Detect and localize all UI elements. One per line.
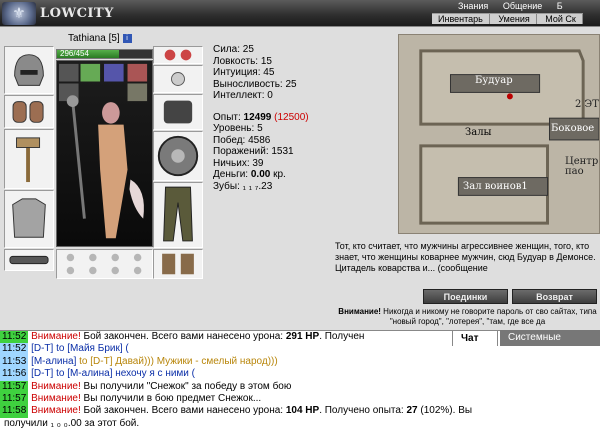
- shield-slot[interactable]: [153, 131, 203, 181]
- top-nav: Знания Общение Б: [452, 1, 569, 12]
- stat-draws: Ничьих: 39: [213, 157, 264, 169]
- chat-line: 11:57 Внимание! Вы получили "Снежок" за …: [0, 380, 292, 393]
- game-logo[interactable]: ⚜: [2, 2, 36, 25]
- weapon-slot[interactable]: [4, 129, 54, 189]
- map-floor-label: 2 ЭТ: [575, 99, 599, 110]
- belt-slot[interactable]: [4, 249, 54, 271]
- chat-line: 11:58 Внимание! Бой закончен. Всего вами…: [0, 405, 473, 418]
- duels-button[interactable]: Поединки: [423, 289, 508, 304]
- sub-nav: Инвентарь Умения Мой Ск: [432, 13, 583, 24]
- nav-communication[interactable]: Общение: [497, 1, 548, 11]
- chat-line: получили ₁ ₀ ₀.00 за этот бой.: [4, 417, 140, 429]
- map-room-halls[interactable]: Залы: [465, 127, 492, 138]
- nav-my-profile[interactable]: Мой Ск: [539, 14, 583, 24]
- stat-losses: Поражений: 1531: [213, 146, 294, 157]
- character-name[interactable]: Tathiana: [68, 33, 106, 44]
- shield-icon: [157, 135, 199, 177]
- stats-panel: Сила: 25 Ловкость: 15 Интуиция: 45 Вынос…: [213, 44, 309, 192]
- character-figure-icon: [58, 63, 148, 239]
- amulet-slot[interactable]: [153, 65, 203, 93]
- stat-money: Деньги: 0.00 кр.: [213, 169, 286, 180]
- hammer-icon: [16, 137, 41, 183]
- chat-line: 11:56 [D-T] to [M-алина] нехочу я с ними…: [0, 368, 195, 381]
- helmet-slot[interactable]: [4, 46, 54, 94]
- hp-text: 296/454: [60, 49, 89, 58]
- map-room-boudoir[interactable]: Будуар: [475, 75, 513, 86]
- stat-strength: Сила: 25: [213, 44, 254, 55]
- empty-slot-icon: [66, 253, 142, 275]
- stat-experience: Опыт: 12499 (12500): [213, 111, 309, 123]
- nav-skills[interactable]: Умения: [492, 14, 537, 24]
- chat-time: 11:52: [0, 331, 29, 344]
- rings-icon: [164, 49, 192, 61]
- boots-slot[interactable]: [153, 249, 203, 279]
- chat-time: 11:57: [0, 392, 29, 406]
- stat-level: Уровень: 5: [213, 123, 263, 134]
- gloves-slot[interactable]: [153, 94, 203, 130]
- chat-time: 11:57: [0, 380, 29, 393]
- location-map[interactable]: Будуар Боковое Залы Центр пао Зал воинов…: [398, 34, 600, 234]
- map-room-warriors-hall[interactable]: Зал воинов1: [463, 181, 528, 192]
- character-portrait: [56, 60, 153, 247]
- character-level: [5]: [108, 33, 120, 44]
- map-room-side[interactable]: Боковое: [551, 123, 594, 134]
- stat-agility: Ловкость: 15: [213, 55, 272, 67]
- nav-extra[interactable]: Б: [551, 1, 569, 11]
- top-bar: ⚜ LOWCITY Знания Общение Б Инвентарь Уме…: [0, 0, 600, 27]
- password-warning: Внимание! Никогда и никому не говорите п…: [338, 307, 597, 326]
- location-description: Тот, кто считает, что мужчины агрессивне…: [335, 241, 596, 273]
- stat-teeth: Зубы: ₁ ₁ ₇.23: [213, 180, 273, 192]
- stat-intellect: Интеллект: 0: [213, 90, 273, 101]
- stat-wins: Побед: 4586: [213, 134, 271, 146]
- tab-chat[interactable]: Чат: [452, 330, 498, 346]
- boots-icon: [162, 253, 194, 275]
- chat-time: 11:52: [0, 343, 29, 356]
- chat-time: 11:56: [0, 368, 29, 381]
- bag-slots[interactable]: [56, 249, 153, 279]
- gloves-icon: [163, 100, 193, 124]
- armor-icon: [12, 198, 46, 238]
- amulet-icon: [171, 72, 185, 86]
- stat-intuition: Интуиция: 45: [213, 67, 275, 78]
- nav-inventory[interactable]: Инвентарь: [432, 14, 490, 24]
- ring-slots[interactable]: [153, 46, 203, 64]
- map-room-center[interactable]: Центр пао: [565, 157, 600, 177]
- character-name-line: Tathiana [5] i: [68, 33, 132, 44]
- bracers-slot[interactable]: [4, 95, 54, 128]
- bracers-icon: [12, 101, 44, 123]
- chat-line: 11:57 Внимание! Вы получили в бою предме…: [0, 392, 262, 406]
- return-button[interactable]: Возврат: [512, 289, 597, 304]
- armor-slot[interactable]: [4, 190, 54, 248]
- chat-time: 11:58: [0, 405, 29, 418]
- map-image: [399, 35, 600, 233]
- brand-title: LOWCITY: [40, 6, 114, 21]
- tab-system-messages[interactable]: Системные сообще: [500, 330, 600, 359]
- helmet-icon: [14, 54, 44, 86]
- belt-icon: [9, 255, 49, 265]
- stat-endurance: Выносливость: 25: [213, 78, 297, 90]
- nav-knowledge[interactable]: Знания: [452, 1, 494, 11]
- pants-icon: [163, 186, 193, 242]
- info-icon[interactable]: i: [122, 33, 132, 43]
- chat-time: 11:53: [0, 355, 29, 369]
- hp-bar: 296/454: [56, 49, 153, 59]
- pants-slot[interactable]: [153, 182, 203, 248]
